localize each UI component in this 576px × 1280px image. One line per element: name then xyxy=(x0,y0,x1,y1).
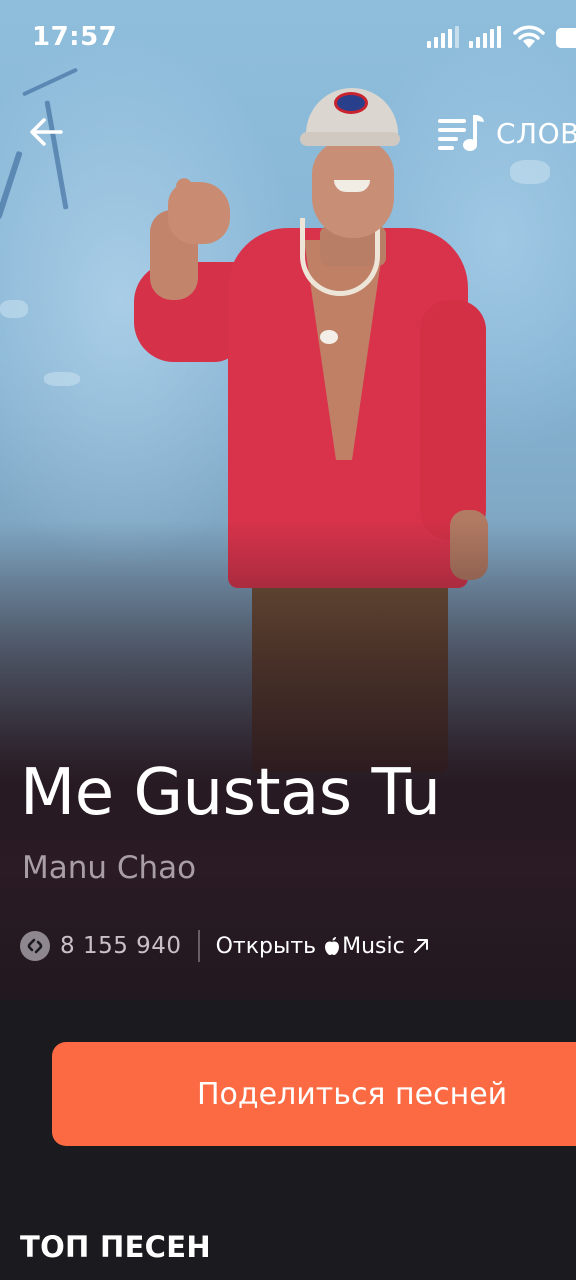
lyrics-label: СЛОВ xyxy=(496,116,576,150)
shazam-logo-icon xyxy=(27,938,43,954)
external-arrow-icon xyxy=(413,939,428,953)
divider xyxy=(197,930,200,962)
share-song-button[interactable]: Поделиться песней xyxy=(52,1042,576,1146)
arrow-left-icon xyxy=(30,118,63,146)
wall-patch xyxy=(44,372,80,386)
cap-badge xyxy=(334,92,368,114)
signal-icon xyxy=(427,26,459,48)
shazam-count: 8 155 940 xyxy=(60,933,182,959)
share-song-label: Поделиться песней xyxy=(197,1076,508,1112)
wifi-icon xyxy=(513,25,545,48)
signal-icon xyxy=(469,26,501,48)
right-sleeve xyxy=(420,300,486,540)
cap-brim xyxy=(300,132,400,146)
open-apple-music-link[interactable]: Открыть Music xyxy=(216,934,429,959)
apple-music-label: Music xyxy=(342,933,405,959)
pendant xyxy=(320,330,338,344)
open-label: Открыть xyxy=(215,933,317,959)
track-meta-row: 8 155 940 Открыть Music xyxy=(20,926,429,966)
lyrics-button[interactable]: СЛОВ xyxy=(438,110,576,156)
apple-logo-icon xyxy=(325,937,340,955)
lyrics-icon xyxy=(438,115,484,151)
shazam-icon xyxy=(20,931,50,961)
top-songs-heading: ТОП ПЕСЕН xyxy=(20,1230,211,1264)
song-screen: 17:57 СЛОВ Me Gustas Tu Manu Chao 8 155 … xyxy=(0,0,576,1280)
back-button[interactable] xyxy=(22,108,70,156)
wall-patch xyxy=(0,300,28,318)
song-title: Me Gustas Tu xyxy=(20,756,441,830)
battery-icon xyxy=(556,28,576,48)
wall-graffiti xyxy=(0,150,23,220)
wall-patch xyxy=(510,160,550,184)
artist-name[interactable]: Manu Chao xyxy=(22,850,196,886)
status-bar: 17:57 xyxy=(0,0,576,78)
status-time: 17:57 xyxy=(32,22,118,52)
